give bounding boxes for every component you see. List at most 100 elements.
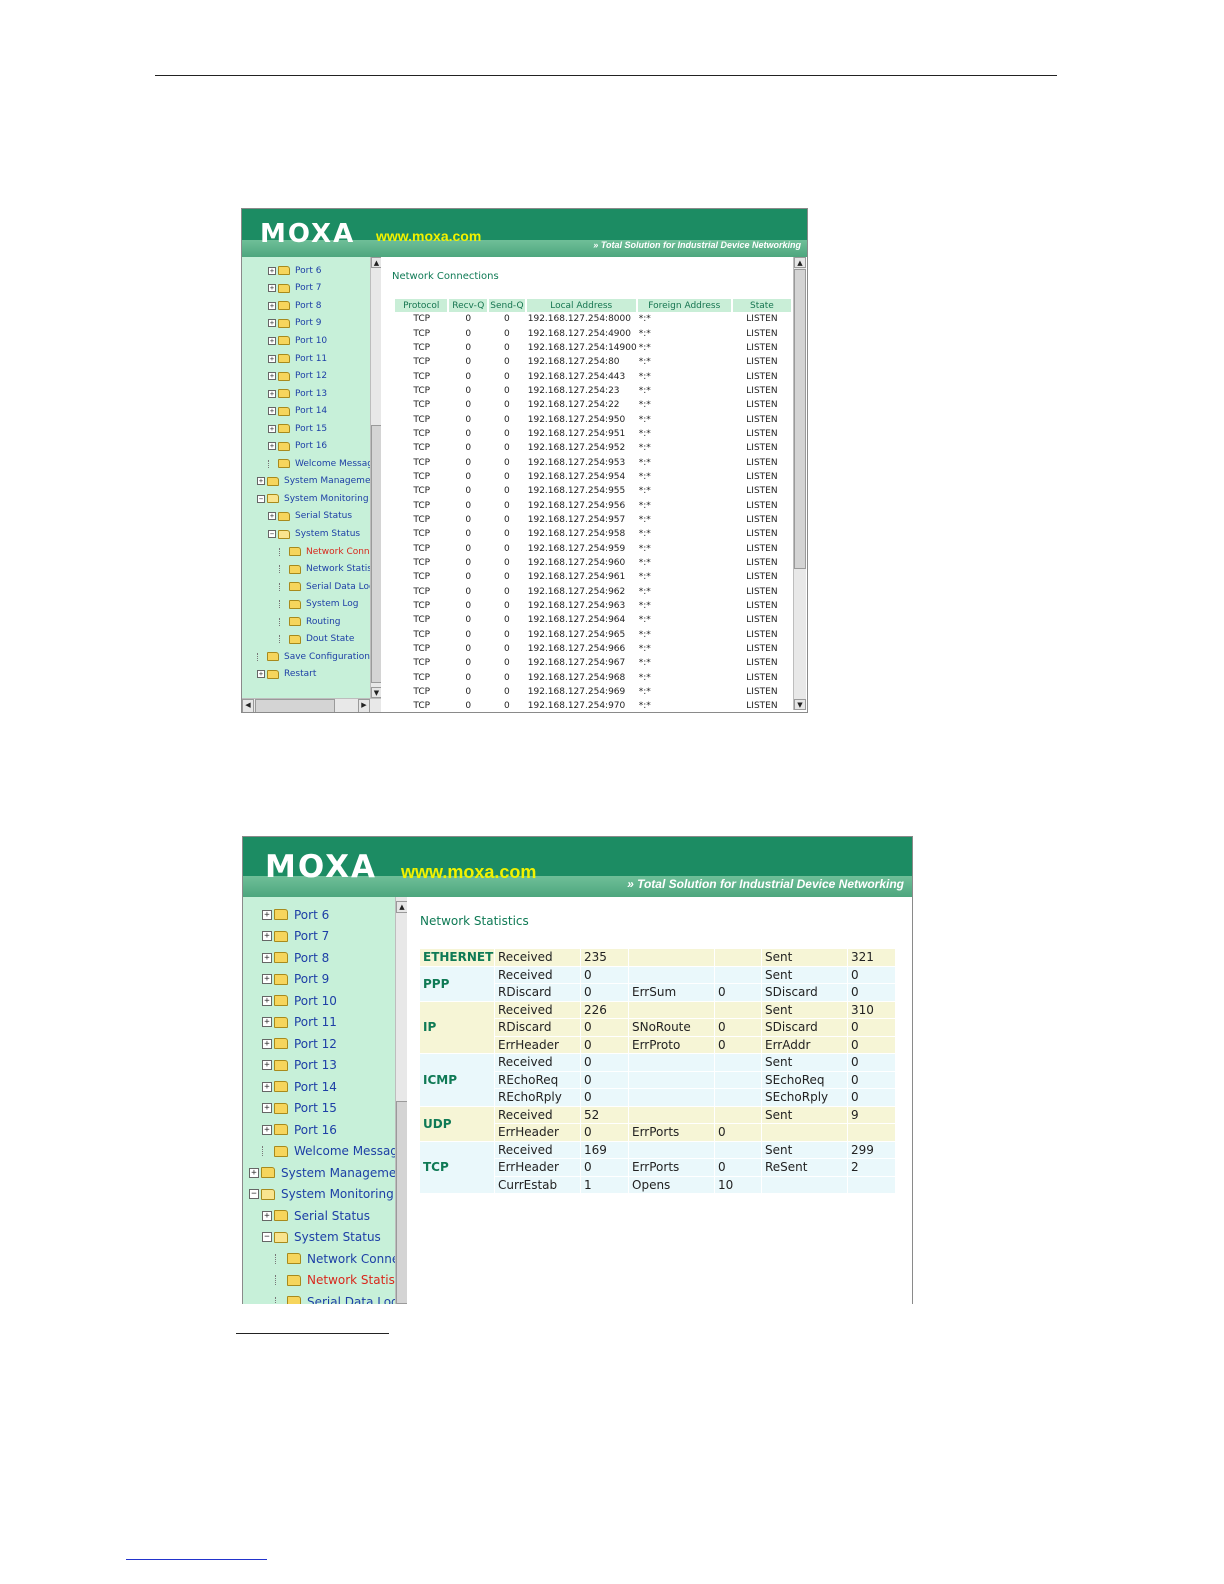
sidebar-item-port-14[interactable]: + Port 14 xyxy=(262,1076,337,1098)
sidebar-item-port-6[interactable]: + Port 6 xyxy=(268,262,321,280)
table-cell: SNoRoute xyxy=(629,1019,715,1036)
expand-plus-icon[interactable]: + xyxy=(262,974,272,985)
sidebar-item-system-log[interactable]: System Log xyxy=(279,595,359,613)
sidebar-item-welcome-message[interactable]: Welcome Message xyxy=(268,455,370,473)
scroll-thumb[interactable] xyxy=(255,699,335,712)
sidebar-item-label: Port 11 xyxy=(294,1015,337,1030)
expand-plus-icon[interactable]: + xyxy=(262,1017,272,1028)
scroll-right-arrow-icon[interactable]: ▶ xyxy=(358,699,370,712)
collapse-minus-icon[interactable]: − xyxy=(257,494,265,503)
sidebar-item-port-11[interactable]: + Port 11 xyxy=(268,350,327,368)
sidebar-item-port-14[interactable]: + Port 14 xyxy=(268,402,327,420)
expand-plus-icon[interactable]: + xyxy=(262,995,272,1006)
expand-plus-icon[interactable]: + xyxy=(257,670,265,679)
column-header-protocol[interactable]: Protocol xyxy=(395,299,450,312)
sidebar-item-serial-status[interactable]: + Serial Status xyxy=(268,508,352,526)
sidebar-item-port-7[interactable]: + Port 7 xyxy=(262,926,329,948)
expand-plus-icon[interactable]: + xyxy=(262,1060,272,1071)
sidebar-item-port-11[interactable]: + Port 11 xyxy=(262,1012,337,1034)
expand-plus-icon[interactable]: + xyxy=(262,1103,272,1114)
sidebar-item-routing[interactable]: Routing xyxy=(279,613,341,631)
column-header-local-address[interactable]: Local Address xyxy=(525,299,638,312)
column-header-foreign-address[interactable]: Foreign Address xyxy=(636,299,733,312)
column-header-recv-q[interactable]: Recv-Q xyxy=(448,299,490,312)
sidebar-item-port-10[interactable]: + Port 10 xyxy=(262,990,337,1012)
table-cell: *:* xyxy=(638,443,651,454)
sidebar-item-serial-data-log[interactable]: Serial Data Log xyxy=(275,1291,395,1304)
expand-plus-icon[interactable]: + xyxy=(262,1210,272,1221)
sidebar-item-system-management[interactable]: + System Management xyxy=(249,1162,395,1184)
sidebar-item-port-12[interactable]: + Port 12 xyxy=(262,1033,337,1055)
expand-plus-icon[interactable]: + xyxy=(268,407,276,416)
sidebar-item-port-13[interactable]: + Port 13 xyxy=(262,1055,337,1077)
sidebar-item-port-9[interactable]: + Port 9 xyxy=(268,315,321,333)
sidebar-item-save-configuration[interactable]: Save Configuration xyxy=(257,648,370,666)
sidebar-item-port-8[interactable]: + Port 8 xyxy=(268,297,321,315)
expand-plus-icon[interactable]: + xyxy=(249,1167,259,1178)
table-cell: 0 xyxy=(465,486,472,497)
expand-plus-icon[interactable]: + xyxy=(268,372,276,381)
sidebar-item-port-13[interactable]: + Port 13 xyxy=(268,385,327,403)
sidebar-item-network-connecti[interactable]: Network Connecti xyxy=(279,543,370,561)
collapse-minus-icon[interactable]: − xyxy=(249,1189,259,1200)
expand-plus-icon[interactable]: + xyxy=(268,336,276,345)
expand-plus-icon[interactable]: + xyxy=(268,512,276,521)
sidebar-item-port-7[interactable]: + Port 7 xyxy=(268,280,321,298)
expand-plus-icon[interactable]: + xyxy=(268,389,276,398)
column-header-state[interactable]: State xyxy=(731,299,793,312)
expand-plus-icon[interactable]: + xyxy=(268,424,276,433)
sidebar-horizontal-scrollbar[interactable]: ◀ ▶ xyxy=(242,698,381,712)
scroll-down-arrow-icon[interactable]: ▼ xyxy=(794,699,806,710)
sidebar-item-serial-status[interactable]: + Serial Status xyxy=(262,1205,370,1227)
sidebar-item-port-16[interactable]: + Port 16 xyxy=(268,438,327,456)
sidebar-item-system-monitoring[interactable]: − System Monitoring xyxy=(257,490,369,508)
sidebar-item-dout-state[interactable]: Dout State xyxy=(279,631,354,649)
expand-plus-icon[interactable]: + xyxy=(262,909,272,920)
sidebar-item-system-status[interactable]: − System Status xyxy=(262,1227,381,1249)
content-vertical-scrollbar[interactable]: ▲ ▼ xyxy=(793,257,806,710)
sidebar-item-port-10[interactable]: + Port 10 xyxy=(268,332,327,350)
sidebar-item-port-8[interactable]: + Port 8 xyxy=(262,947,329,969)
sidebar-item-system-status[interactable]: − System Status xyxy=(268,525,360,543)
sidebar-item-port-15[interactable]: + Port 15 xyxy=(268,420,327,438)
sidebar-item-network-statistics[interactable]: Network Statistics xyxy=(279,560,370,578)
expand-plus-icon[interactable]: + xyxy=(262,952,272,963)
table-cell: LISTEN xyxy=(746,529,778,540)
footer-link-underline[interactable] xyxy=(126,1559,267,1560)
sidebar-item-restart[interactable]: + Restart xyxy=(257,666,316,684)
expand-plus-icon[interactable]: + xyxy=(268,442,276,451)
table-row: TCP 0 0 192.168.127.254:952 *:* LISTEN xyxy=(395,441,792,455)
table-cell: 0 xyxy=(504,414,510,425)
moxa-url[interactable]: www.moxa.com xyxy=(401,862,536,883)
scroll-left-arrow-icon[interactable]: ◀ xyxy=(242,699,254,712)
sidebar-item-system-management[interactable]: + System Management xyxy=(257,473,370,491)
scroll-thumb[interactable] xyxy=(794,269,806,569)
expand-plus-icon[interactable]: + xyxy=(262,1124,272,1135)
column-header-send-q[interactable]: Send-Q xyxy=(488,299,527,312)
expand-plus-icon[interactable]: + xyxy=(268,266,276,275)
expand-plus-icon[interactable]: + xyxy=(262,931,272,942)
sidebar-item-welcome-message[interactable]: Welcome Message xyxy=(262,1141,395,1163)
expand-plus-icon[interactable]: + xyxy=(268,301,276,310)
expand-plus-icon[interactable]: + xyxy=(262,1081,272,1092)
sidebar-item-port-9[interactable]: + Port 9 xyxy=(262,969,329,991)
sidebar-item-port-16[interactable]: + Port 16 xyxy=(262,1119,337,1141)
expand-plus-icon[interactable]: + xyxy=(268,284,276,293)
sidebar-item-network-connecti[interactable]: Network Connecti xyxy=(275,1248,395,1270)
expand-plus-icon[interactable]: + xyxy=(268,354,276,363)
sidebar-item-port-6[interactable]: + Port 6 xyxy=(262,904,329,926)
moxa-url[interactable]: www.moxa.com xyxy=(376,228,481,244)
table-row: UDP Received 52 Sent 9 xyxy=(420,1106,896,1141)
collapse-minus-icon[interactable]: − xyxy=(262,1232,272,1243)
expand-plus-icon[interactable]: + xyxy=(257,477,265,486)
sidebar-item-port-15[interactable]: + Port 15 xyxy=(262,1098,337,1120)
sidebar-item-port-12[interactable]: + Port 12 xyxy=(268,367,327,385)
scroll-up-arrow-icon[interactable]: ▲ xyxy=(794,257,806,268)
expand-plus-icon[interactable]: + xyxy=(262,1038,272,1049)
moxa-logo: MOXA xyxy=(265,849,377,885)
collapse-minus-icon[interactable]: − xyxy=(268,530,276,539)
expand-plus-icon[interactable]: + xyxy=(268,319,276,328)
sidebar-item-serial-data-log[interactable]: Serial Data Log xyxy=(279,578,370,596)
sidebar-item-system-monitoring[interactable]: − System Monitoring xyxy=(249,1184,394,1206)
sidebar-item-network-statistics[interactable]: Network Statistics xyxy=(275,1270,395,1292)
